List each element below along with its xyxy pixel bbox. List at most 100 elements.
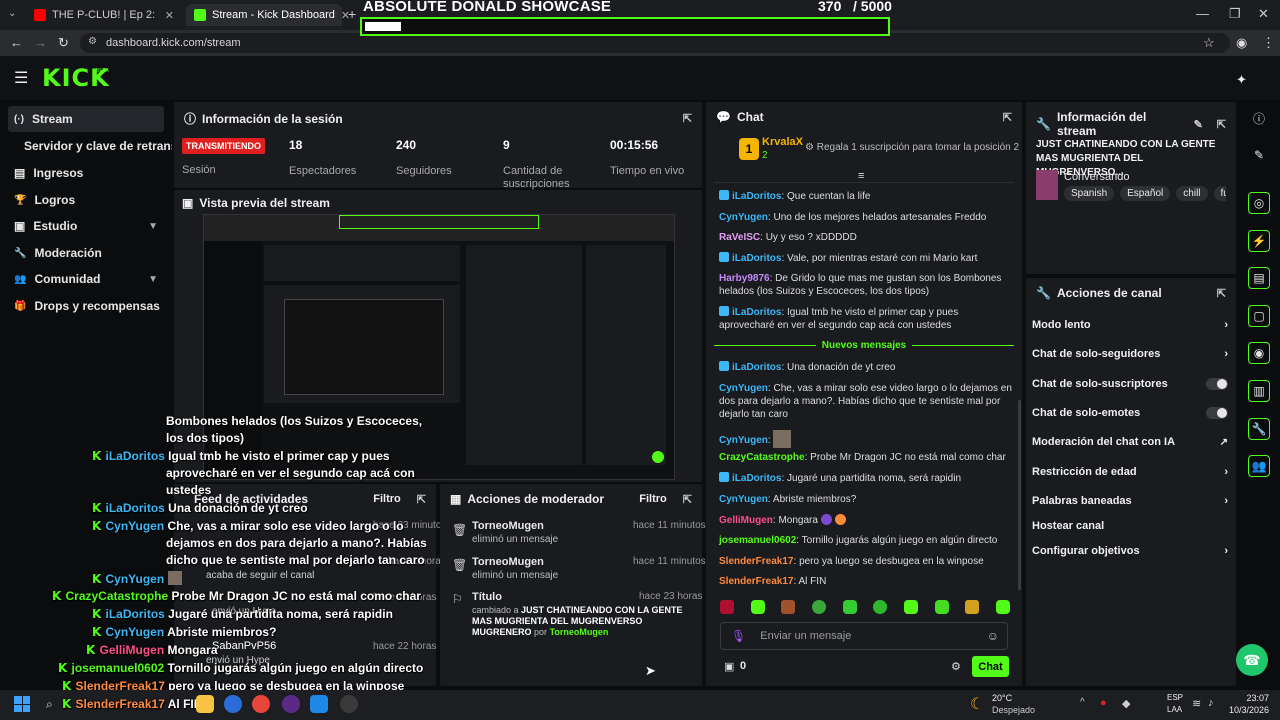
chat-username[interactable]: iLaDoritos xyxy=(732,253,781,264)
emote-icon[interactable] xyxy=(934,600,949,614)
subs-only-toggle[interactable] xyxy=(1206,378,1228,390)
users-icon[interactable]: 👥 xyxy=(1248,455,1270,477)
emoji-picker-icon[interactable]: ☺ xyxy=(987,629,999,643)
popout-icon[interactable]: ⇱ xyxy=(1003,111,1012,124)
sidebar-item-estudio[interactable]: ▣ Estudio ▼ xyxy=(8,213,164,239)
sidebar-item-comunidad[interactable]: 👥 Comunidad ▼ xyxy=(8,266,164,292)
chat-username[interactable]: CynYugen xyxy=(719,494,768,505)
popout-icon[interactable]: ⇱ xyxy=(683,493,692,506)
close-tab-icon[interactable]: ✕ xyxy=(165,9,174,22)
back-icon[interactable]: ← xyxy=(10,35,23,50)
chat-username[interactable]: GelliMugen xyxy=(719,515,773,526)
edit-pencil-icon[interactable]: ✎ xyxy=(1194,118,1203,131)
sidebar-item-moderacion[interactable]: 🔧 Moderación xyxy=(8,240,164,266)
collapse-leaderboard-icon[interactable]: ≡ xyxy=(858,170,864,182)
wrench-icon[interactable]: 🔧 xyxy=(1248,418,1270,440)
sidebar-item-drops[interactable]: 🎁 Drops y recompensas xyxy=(8,293,164,319)
chat-username[interactable]: iLaDoritos xyxy=(732,362,781,373)
chat-bubble-icon[interactable]: ▢ xyxy=(1248,305,1270,327)
chat-username[interactable]: iLaDoritos xyxy=(732,473,781,484)
tab-search-icon[interactable]: ⌄ xyxy=(8,8,16,19)
notes-icon[interactable]: ▤ xyxy=(1248,267,1270,289)
wifi-icon[interactable]: ≋ xyxy=(1192,697,1201,710)
action-subs-only[interactable]: Chat de solo-suscriptores xyxy=(1032,374,1228,394)
emote-icon[interactable] xyxy=(811,600,826,614)
sidebar-item-stream[interactable]: (·) Stream xyxy=(8,106,164,132)
action-followers-only[interactable]: Chat de solo-seguidores › xyxy=(1032,344,1228,364)
emote-icon[interactable] xyxy=(995,600,1010,614)
close-window-icon[interactable]: ✕ xyxy=(1258,6,1269,22)
chat-input[interactable]: 🎙 Enviar un mensaje ☺ xyxy=(720,622,1008,650)
forward-icon[interactable]: → xyxy=(34,35,47,50)
file-explorer-icon[interactable] xyxy=(196,695,214,713)
popout-icon[interactable]: ⇱ xyxy=(1217,287,1226,300)
tag-chip[interactable]: funn xyxy=(1213,186,1226,201)
hamburger-menu-icon[interactable]: ☰ xyxy=(14,68,28,88)
emote-icon[interactable] xyxy=(903,600,918,614)
tray-chevron-icon[interactable]: ^ xyxy=(1080,697,1085,708)
action-age-restriction[interactable]: Restricción de edad › xyxy=(1032,462,1228,482)
lightning-icon[interactable]: ⚡ xyxy=(1248,230,1270,252)
clock-time[interactable]: 23:07 xyxy=(1229,693,1269,703)
help-support-icon[interactable]: ☎ xyxy=(1236,644,1268,676)
new-tab-button[interactable]: + xyxy=(348,6,356,22)
pinned-gifter[interactable]: KrvalaX xyxy=(762,136,803,148)
chat-username[interactable]: SlenderFreak17 xyxy=(719,576,794,587)
action-ai-moderation[interactable]: Moderación del chat con IA ↗ xyxy=(1032,432,1228,452)
windows-start-icon[interactable] xyxy=(14,696,30,712)
url-field[interactable]: dashboard.kick.com/stream xyxy=(80,33,1230,53)
action-slow-mode[interactable]: Modo lento › xyxy=(1032,315,1228,335)
category-name[interactable]: Conversando xyxy=(1064,171,1129,183)
obs-icon[interactable] xyxy=(340,695,358,713)
sidebar-item-server-key[interactable]: Servidor y clave de retransmisión xyxy=(18,133,172,159)
emotes-only-toggle[interactable] xyxy=(1206,407,1228,419)
gift-prompt[interactable]: ⚙ Regala 1 suscripción para tomar la pos… xyxy=(805,142,1019,153)
browser-menu-icon[interactable]: ⋮ xyxy=(1262,35,1275,51)
popout-icon[interactable]: ⇱ xyxy=(1217,118,1226,131)
emote-icon[interactable] xyxy=(750,600,765,614)
popout-icon[interactable]: ⇱ xyxy=(683,112,692,125)
bookmark-star-icon[interactable]: ☆ xyxy=(1203,35,1215,51)
action-host-channel[interactable]: Hostear canal xyxy=(1032,516,1228,536)
language-code[interactable]: ESP xyxy=(1167,693,1183,702)
maximize-icon[interactable]: ❐ xyxy=(1229,6,1241,22)
weather-icon[interactable]: ☾ xyxy=(970,694,984,714)
app-icon[interactable] xyxy=(282,695,300,713)
tray-discord-icon[interactable]: ◆ xyxy=(1122,697,1130,710)
chat-username[interactable]: SlenderFreak17 xyxy=(719,556,794,567)
tag-chip[interactable]: chill xyxy=(1176,186,1208,201)
mic-icon[interactable]: 🎙 xyxy=(731,629,746,643)
channel-points-icon[interactable]: ▣ xyxy=(724,660,734,673)
chat-username[interactable]: CrazyCatastrophe xyxy=(719,452,805,463)
minimize-icon[interactable]: — xyxy=(1196,6,1209,21)
filter-button[interactable]: Filtro xyxy=(639,493,667,505)
emote-icon[interactable] xyxy=(965,600,980,614)
chat-username[interactable]: CynYugen xyxy=(719,435,768,446)
send-chat-button[interactable]: Chat xyxy=(972,656,1009,677)
chat-scrollbar[interactable] xyxy=(1018,400,1021,590)
chat-username[interactable]: RaVeISC xyxy=(719,232,760,243)
emote-icon[interactable] xyxy=(842,600,857,614)
emote-icon[interactable] xyxy=(873,600,888,614)
chat-username[interactable]: CynYugen xyxy=(719,383,768,394)
chat-username[interactable]: CynYugen xyxy=(719,212,768,223)
volume-icon[interactable]: ♪ xyxy=(1208,697,1214,709)
tag-chip[interactable]: Español xyxy=(1120,186,1171,201)
action-emotes-only[interactable]: Chat de solo-emotes xyxy=(1032,403,1228,423)
browser-tab-kick[interactable]: Stream - Kick Dashboard ✕ xyxy=(186,4,350,26)
tag-chip[interactable]: Spanish xyxy=(1064,186,1115,201)
profile-icon[interactable]: ◉ xyxy=(1236,35,1247,51)
sidebar-item-ingresos[interactable]: ▤ Ingresos xyxy=(8,160,164,186)
edit-pencil-icon[interactable]: ✎ xyxy=(1248,144,1270,166)
popout-icon[interactable]: ⇱ xyxy=(417,493,426,506)
broadcast-icon[interactable]: ◉ xyxy=(1248,342,1270,364)
app-icon[interactable] xyxy=(224,695,242,713)
emote-icon[interactable] xyxy=(781,600,796,614)
chat-username[interactable]: Harby9876 xyxy=(719,273,770,284)
chat-username[interactable]: josemanuel0602 xyxy=(719,535,796,546)
action-banned-words[interactable]: Palabras baneadas › xyxy=(1032,491,1228,511)
action-goals[interactable]: Configurar objetivos › xyxy=(1032,541,1228,561)
tray-app-icon[interactable]: ● xyxy=(1100,697,1107,709)
chat-username[interactable]: iLaDoritos xyxy=(732,307,781,318)
emote-icon[interactable] xyxy=(720,600,734,614)
